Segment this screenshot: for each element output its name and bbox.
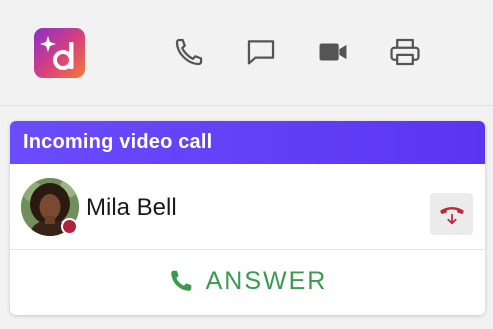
incoming-call-card: Incoming video call Mila Bell ANSWER (10, 121, 485, 315)
chat-icon[interactable] (243, 34, 279, 70)
phone-icon[interactable] (171, 34, 207, 70)
answer-label: ANSWER (205, 266, 328, 295)
answer-button[interactable]: ANSWER (10, 250, 485, 315)
call-header: Incoming video call (10, 121, 485, 164)
phone-icon (170, 270, 191, 291)
app-toolbar (0, 0, 493, 106)
caller-row: Mila Bell (10, 164, 485, 250)
printer-icon[interactable] (387, 34, 423, 70)
decline-call-button[interactable] (430, 193, 473, 235)
hang-up-icon (439, 207, 464, 225)
app-logo[interactable] (34, 28, 85, 78)
presence-status-dot (61, 218, 78, 235)
caller-name: Mila Bell (86, 194, 177, 221)
video-icon[interactable] (315, 34, 351, 70)
